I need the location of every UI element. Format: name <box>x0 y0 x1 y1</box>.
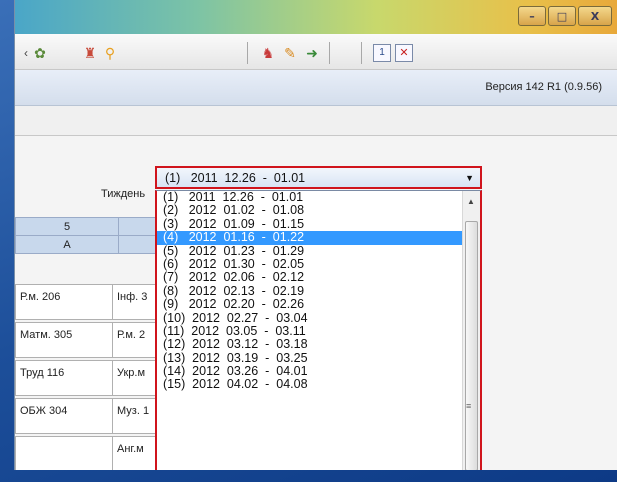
column-header <box>118 217 158 236</box>
schedule-cell[interactable]: ОБЖ 304 <box>15 398 119 434</box>
dropdown-option[interactable]: (12) 2012 03.12 - 03.18 <box>157 337 480 351</box>
dropdown-option[interactable]: (2) 2012 01.02 - 01.08 <box>157 203 480 217</box>
dropdown-option[interactable]: (4) 2012 01.16 - 01.22 <box>157 230 480 245</box>
toolbar-separator <box>329 42 330 64</box>
scroll-thumb[interactable] <box>465 221 478 470</box>
puzzle-icon[interactable]: ✿ <box>31 44 49 62</box>
dropdown-items: (1) 2011 12.26 - 01.01 (2) 2012 01.02 - 0… <box>157 191 480 392</box>
window-controls: – □ X <box>518 6 612 26</box>
dropdown-option[interactable]: (8) 2012 02.13 - 02.19 <box>157 284 480 298</box>
dropdown-option[interactable]: (9) 2012 02.20 - 02.26 <box>157 297 480 311</box>
close-doc-icon[interactable]: ✕ <box>395 44 413 62</box>
dropdown-option[interactable]: (7) 2012 02.06 - 02.12 <box>157 270 480 284</box>
week-select-value: (1) 2011 12.26 - 01.01 <box>165 170 306 185</box>
schedule-cell[interactable]: Анг.м <box>112 436 158 470</box>
schedule-cell[interactable]: Р.м. 206 <box>15 284 119 320</box>
dropdown-option[interactable]: (10) 2012 02.27 - 03.04 <box>157 311 480 325</box>
toolbar-separator <box>361 42 362 64</box>
edit-icon[interactable]: ✎ <box>281 44 299 62</box>
dropdown-option[interactable]: (1) 2011 12.26 - 01.01 <box>157 191 480 204</box>
dropdown-option[interactable]: (3) 2012 01.09 - 01.15 <box>157 217 480 231</box>
schedule-cell[interactable]: Інф. 3 <box>112 284 158 320</box>
title-bar: – □ X <box>15 0 617 34</box>
dropdown-option[interactable]: (13) 2012 03.19 - 03.25 <box>157 351 480 365</box>
one-icon[interactable]: 1 <box>373 44 391 62</box>
scroll-grip-icon: ≡ <box>466 401 472 411</box>
column-subheader: А <box>15 235 119 254</box>
schedule-cell[interactable]: Муз. 1 <box>112 398 158 434</box>
dropdown-option[interactable]: (5) 2012 01.23 - 01.29 <box>157 244 480 258</box>
dropdown-option[interactable]: (15) 2012 04.02 - 04.08 <box>157 378 480 392</box>
version-bar: Версия 142 R1 (0.9.56) <box>15 70 617 106</box>
users-icon[interactable]: ♜ <box>81 44 99 62</box>
dropdown-scrollbar[interactable]: ▲ ≡ <box>462 191 480 470</box>
scroll-up-icon[interactable]: ▲ <box>467 197 475 206</box>
schedule-cell[interactable]: Р.м. 2 <box>112 322 158 358</box>
exit-icon[interactable]: ➜ <box>303 44 321 62</box>
dropdown-option[interactable]: (6) 2012 01.30 - 02.05 <box>157 257 480 271</box>
week-label: Тиждень <box>101 188 146 200</box>
maximize-button[interactable]: □ <box>548 6 576 26</box>
user-search-icon[interactable]: ⚲ <box>101 44 119 62</box>
close-button[interactable]: X <box>578 6 612 26</box>
minimize-button[interactable]: – <box>518 6 546 26</box>
dropdown-option[interactable]: (14) 2012 03.26 - 04.01 <box>157 364 480 378</box>
app-window: – □ X ‹ ✿ ♜ ⚲ ♞ ✎ ➜ 1 ✕ Версия 142 R1 (0… <box>14 0 617 470</box>
user-group-icon[interactable]: ♞ <box>259 44 277 62</box>
toolbar: ‹ ✿ ♜ ⚲ ♞ ✎ ➜ 1 ✕ <box>15 34 617 70</box>
week-dropdown-list[interactable]: (1) 2011 12.26 - 01.01 (2) 2012 01.02 - 0… <box>155 190 482 470</box>
schedule-cell[interactable]: Матм. 305 <box>15 322 119 358</box>
schedule-cell[interactable]: Труд 116 <box>15 360 119 396</box>
dropdown-option[interactable]: (11) 2012 03.05 - 03.11 <box>157 324 480 338</box>
version-label: Версия 142 R1 (0.9.56) <box>485 81 602 93</box>
column-header: 5 <box>15 217 119 236</box>
chevron-down-icon[interactable]: ▼ <box>465 173 474 183</box>
toolbar-separator <box>247 42 248 64</box>
week-select[interactable]: (1) 2011 12.26 - 01.01 ▼ <box>155 166 482 189</box>
schedule-cell[interactable]: Укр.м <box>112 360 158 396</box>
column-subheader <box>118 235 158 254</box>
schedule-cell[interactable] <box>15 436 119 470</box>
filter-bar <box>15 106 617 136</box>
